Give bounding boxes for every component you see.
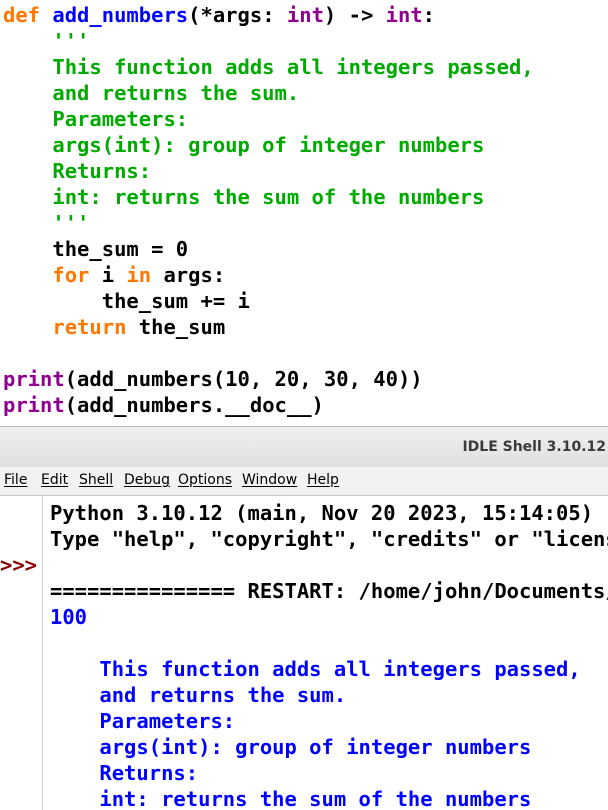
- menu-shell[interactable]: Shell: [79, 472, 113, 488]
- menu-help[interactable]: Help: [307, 472, 339, 488]
- code-line: def add_numbers(*args: int) -> int:: [3, 2, 435, 28]
- code-token: def: [3, 3, 41, 27]
- shell-token: =============== RESTART: /home/john/Docu…: [50, 579, 608, 603]
- code-line: print(add_numbers.__doc__): [3, 392, 324, 418]
- shell-token: int: returns the sum of the numbers: [50, 787, 532, 810]
- shell-prompt: >>>: [0, 553, 38, 577]
- code-line: Returns:: [3, 158, 151, 184]
- shell-line: This function adds all integers passed,: [50, 656, 581, 682]
- code-token: i: [89, 263, 127, 287]
- code-token: the_sum += i: [3, 289, 250, 313]
- code-token: in: [126, 263, 152, 287]
- shell-line: Type "help", "copyright", "credits" or "…: [50, 526, 608, 552]
- code-token: (add_numbers(10, 20, 30, 40)): [64, 367, 423, 391]
- shell-token: 100: [50, 605, 88, 629]
- code-token: :: [422, 3, 436, 27]
- menu-bar: File Edit Shell Debug Options Window Hel…: [0, 467, 608, 496]
- shell-token: Returns:: [50, 761, 199, 785]
- code-line: the_sum += i: [3, 288, 250, 314]
- code-token: print: [3, 393, 65, 417]
- code-token: This function adds all integers passed,: [3, 55, 534, 79]
- menu-file[interactable]: File: [4, 472, 27, 488]
- shell-token: Type "help", "copyright", "credits" or "…: [50, 527, 608, 551]
- code-token: ) ->: [323, 3, 386, 27]
- code-token: for: [52, 263, 90, 287]
- code-line: the_sum = 0: [3, 236, 188, 262]
- code-token: int: [385, 3, 423, 27]
- code-line: This function adds all integers passed,: [3, 54, 534, 80]
- code-token: the_sum = 0: [3, 237, 189, 261]
- code-token: Returns:: [3, 159, 152, 183]
- code-token: the_sum: [126, 315, 226, 339]
- code-token: Parameters:: [3, 107, 189, 131]
- shell-line: Parameters:: [50, 708, 235, 734]
- shell-token: This function adds all integers passed,: [50, 657, 581, 681]
- code-token: ''': [3, 29, 90, 53]
- code-line: for i in args:: [3, 262, 225, 288]
- code-token: print: [3, 367, 65, 391]
- code-line: ''': [3, 28, 89, 54]
- code-token: (*args:: [188, 3, 287, 27]
- menu-debug[interactable]: Debug: [124, 472, 170, 488]
- code-line: args(int): group of integer numbers: [3, 132, 484, 158]
- code-token: args:: [151, 263, 226, 287]
- window-title: IDLE Shell 3.10.12: [462, 439, 606, 455]
- code-token: (add_numbers.__doc__): [64, 393, 324, 417]
- code-token: args(int): group of integer numbers: [3, 133, 485, 157]
- code-token: int: returns the sum of the numbers: [3, 185, 485, 209]
- code-line: print(add_numbers(10, 20, 30, 40)): [3, 366, 423, 392]
- code-token: int: [286, 3, 324, 27]
- shell-line: Returns:: [50, 760, 198, 786]
- code-line: ''': [3, 210, 89, 236]
- shell-token: and returns the sum.: [50, 683, 347, 707]
- shell-line: 100: [50, 604, 87, 630]
- shell-line: =============== RESTART: /home/john/Docu…: [50, 578, 608, 604]
- code-token: add_numbers: [52, 3, 189, 27]
- shell-line: args(int): group of integer numbers: [50, 734, 531, 760]
- menu-window[interactable]: Window: [242, 472, 297, 488]
- shell-output-area[interactable]: >>> Python 3.10.12 (main, Nov 20 2023, 1…: [0, 496, 608, 810]
- menu-edit[interactable]: Edit: [41, 472, 68, 488]
- prompt-gutter: >>>: [0, 496, 43, 810]
- shell-line: Python 3.10.12 (main, Nov 20 2023, 15:14…: [50, 500, 608, 526]
- code-line: Parameters:: [3, 106, 188, 132]
- shell-token: Parameters:: [50, 709, 236, 733]
- shell-title-bar[interactable]: IDLE Shell 3.10.12: [0, 426, 608, 468]
- code-token: ''': [3, 211, 90, 235]
- code-line: and returns the sum.: [3, 80, 299, 106]
- code-token: return: [52, 315, 127, 339]
- shell-line: and returns the sum.: [50, 682, 346, 708]
- code-line: return the_sum: [3, 314, 225, 340]
- shell-line: int: returns the sum of the numbers: [50, 786, 531, 810]
- shell-token: Python 3.10.12 (main, Nov 20 2023, 15:14…: [50, 501, 608, 525]
- shell-token: args(int): group of integer numbers: [50, 735, 532, 759]
- menu-options[interactable]: Options: [178, 472, 232, 488]
- code-line: int: returns the sum of the numbers: [3, 184, 484, 210]
- code-editor[interactable]: def add_numbers(*args: int) -> int: ''' …: [0, 0, 608, 426]
- code-token: and returns the sum.: [3, 81, 300, 105]
